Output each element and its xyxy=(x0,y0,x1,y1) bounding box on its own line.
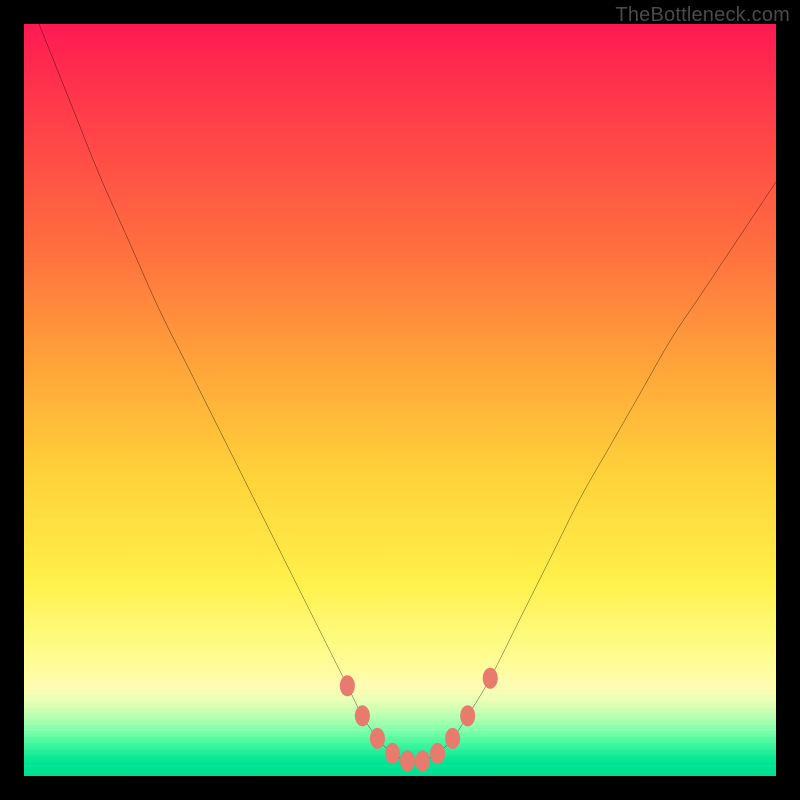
chart-frame: TheBottleneck.com xyxy=(0,0,800,800)
plot-area xyxy=(24,24,776,776)
watermark-text: TheBottleneck.com xyxy=(615,4,790,27)
background-gradient xyxy=(24,24,776,776)
